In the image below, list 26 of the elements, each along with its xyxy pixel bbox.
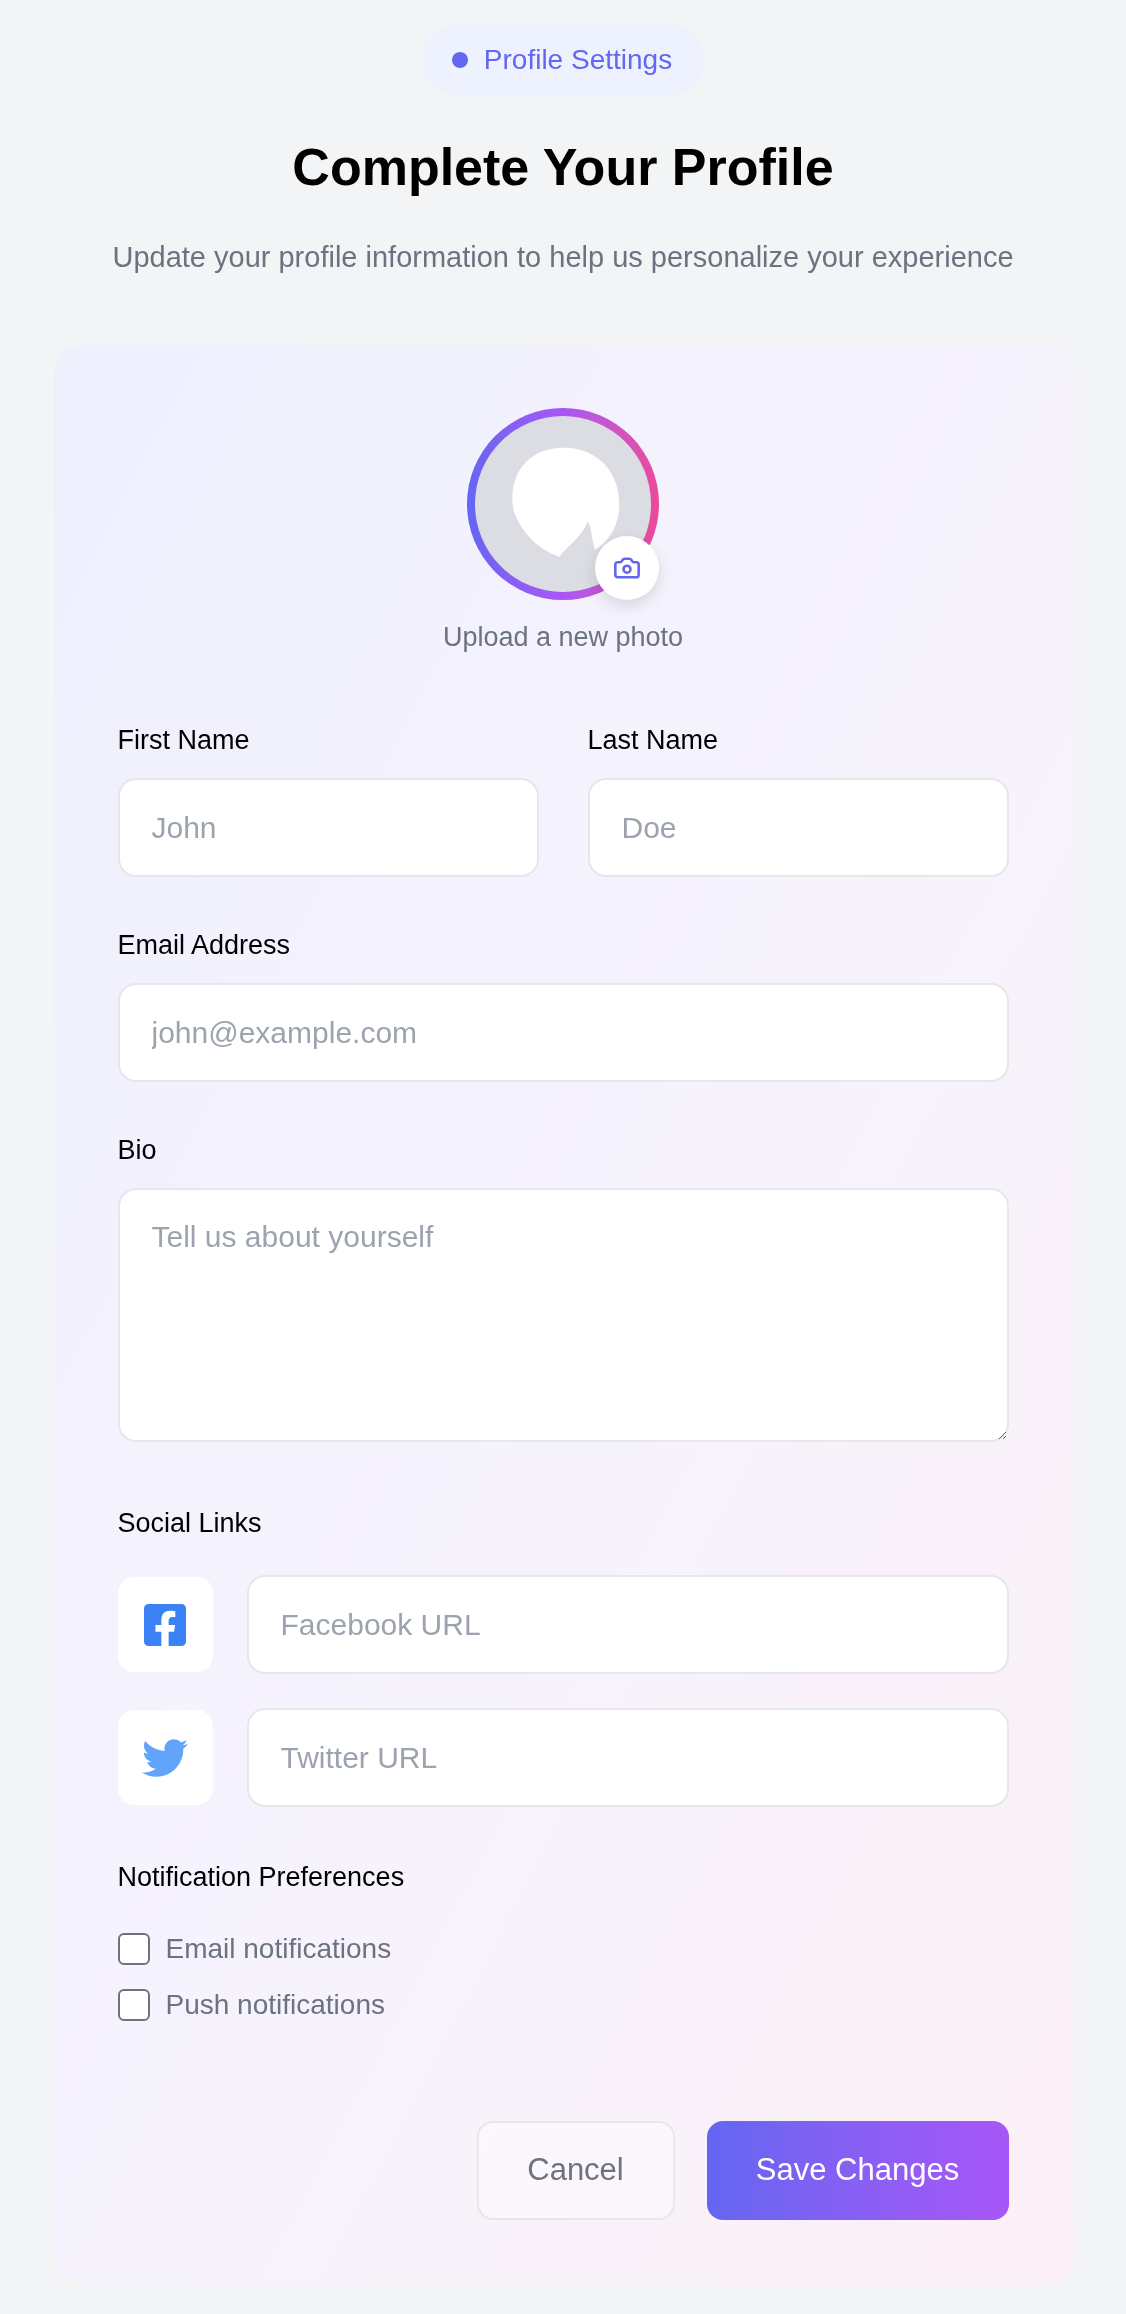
bio-field[interactable]: Tell us about yourself <box>117 1188 1009 1442</box>
url-field[interactable]: Facebook URL <box>246 1575 1009 1674</box>
last-name-field[interactable]: Doe <box>587 778 1009 877</box>
camera-button[interactable] <box>595 536 659 600</box>
url-field[interactable]: Twitter URL <box>246 1708 1009 1807</box>
upload-caption: Upload a new photo <box>442 622 684 652</box>
field-label: Email Address <box>117 929 292 961</box>
camera-icon <box>613 554 641 582</box>
email-field[interactable]: john@example.com <box>117 983 1009 1082</box>
first-name-field[interactable]: John <box>117 778 539 877</box>
checkbox[interactable] <box>117 1989 150 2021</box>
field-label: Bio <box>117 1134 158 1166</box>
field-label: First Name <box>117 724 251 756</box>
facebook-icon <box>117 1577 213 1672</box>
bird-icon <box>117 1710 213 1805</box>
cancel-button[interactable]: Cancel <box>476 2121 675 2220</box>
checkbox-label: Push notifications <box>165 1989 385 2021</box>
checkbox[interactable] <box>117 1933 150 1965</box>
page-title: Complete Your Profile <box>292 137 834 197</box>
section-label: Notification Preferences <box>117 1861 406 1893</box>
badge-label: Profile Settings <box>483 43 673 77</box>
save-button[interactable]: Save Changes <box>706 2121 1009 2220</box>
section-label: Social Links <box>117 1507 263 1539</box>
field-label: Last Name <box>587 724 720 756</box>
page-subtitle: Update your profile information to help us personalize your experience <box>112 240 1014 275</box>
checkbox-label: Email notifications <box>165 1933 392 1965</box>
